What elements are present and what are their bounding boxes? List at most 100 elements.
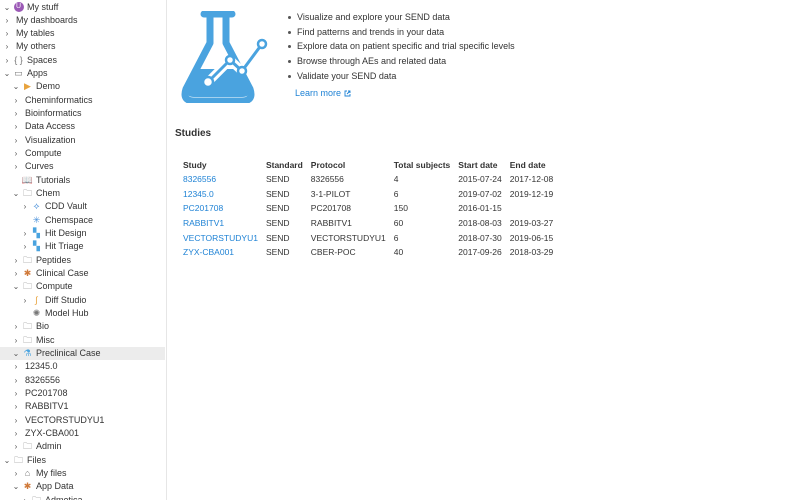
chevron-right-icon[interactable]: › xyxy=(12,267,20,280)
chevron-down-icon[interactable]: ⌄ xyxy=(12,347,20,360)
column-header[interactable]: Total subjects xyxy=(390,158,455,172)
study-link[interactable]: PC201708 xyxy=(179,201,262,216)
chevron-down-icon[interactable]: ⌄ xyxy=(12,480,20,493)
chevron-right-icon[interactable]: › xyxy=(21,227,29,240)
study-link[interactable]: ZYX-CBA001 xyxy=(179,245,262,260)
chevron-down-icon[interactable]: ⌄ xyxy=(12,280,20,293)
chevron-right-icon[interactable]: › xyxy=(12,387,20,400)
chevron-right-icon[interactable]: › xyxy=(3,27,11,40)
chevron-down-icon[interactable]: ⌄ xyxy=(3,1,11,14)
chevron-right-icon[interactable]: › xyxy=(3,54,11,67)
chevron-right-icon[interactable]: › xyxy=(12,414,20,427)
chevron-right-icon[interactable]: › xyxy=(12,94,20,107)
column-header[interactable]: Protocol xyxy=(307,158,390,172)
sidebar-item[interactable]: › 🗀 Peptides xyxy=(0,254,165,267)
chevron-right-icon[interactable]: › xyxy=(12,360,20,373)
sidebar-item[interactable]: › 12345.0 xyxy=(0,360,165,373)
chevron-right-icon[interactable]: › xyxy=(3,40,11,53)
chevron-right-icon[interactable]: › xyxy=(12,147,20,160)
sidebar-item[interactable]: › PC201708 xyxy=(0,387,165,400)
chevron-right-icon[interactable]: › xyxy=(12,160,20,173)
sidebar-item[interactable]: ⌄ 🗀 Chem xyxy=(0,187,165,200)
chevron-right-icon[interactable]: › xyxy=(12,254,20,267)
column-header[interactable]: End date xyxy=(506,158,557,172)
sidebar-item-label: Compute xyxy=(25,148,62,159)
chevron-right-icon[interactable]: › xyxy=(21,200,29,213)
table-row[interactable]: 12345.0 SEND 3-1-PILOT 6 2019-07-02 2019-12-1… xyxy=(179,187,557,202)
study-link[interactable]: RABBITV1 xyxy=(179,216,262,231)
chevron-right-icon[interactable]: › xyxy=(12,120,20,133)
sidebar-item-label: 12345.0 xyxy=(25,361,58,372)
table-row[interactable]: PC201708 SEND PC201708 150 2016-01-15 xyxy=(179,201,557,216)
chevron-down-icon[interactable]: ⌄ xyxy=(12,80,20,93)
sidebar-item[interactable]: ✺ Model Hub xyxy=(0,307,165,320)
sidebar-item[interactable]: ✳ Chemspace xyxy=(0,214,165,227)
study-link[interactable]: 8326556 xyxy=(179,172,262,187)
chevron-right-icon[interactable]: › xyxy=(12,134,20,147)
sidebar-item[interactable]: › ⌂ My files xyxy=(0,467,165,480)
sidebar-item[interactable]: › My tables xyxy=(0,27,165,40)
table-row[interactable]: ZYX-CBA001 SEND CBER-POC 40 2017-09-26 2018-0… xyxy=(179,245,557,260)
chevron-right-icon[interactable]: › xyxy=(12,400,20,413)
chevron-right-icon[interactable]: › xyxy=(12,440,20,453)
sidebar-item[interactable]: ›{ } Spaces xyxy=(0,54,165,67)
sidebar-item[interactable]: › My others xyxy=(0,40,165,53)
sidebar-item-label: Preclinical Case xyxy=(36,348,101,359)
study-link[interactable]: 12345.0 xyxy=(179,187,262,202)
sidebar-item[interactable]: ⌄ ⚗ Preclinical Case xyxy=(0,347,165,361)
chevron-right-icon[interactable]: › xyxy=(12,427,20,440)
sidebar-item[interactable]: ⌄ 🗀 Compute xyxy=(0,280,165,293)
chevron-right-icon[interactable]: › xyxy=(21,494,29,500)
learn-more-label: Learn more xyxy=(295,88,342,98)
sidebar-item[interactable]: › 8326556 xyxy=(0,374,165,387)
feature-item: Visualize and explore your SEND data xyxy=(288,10,515,25)
chevron-right-icon[interactable]: › xyxy=(12,320,20,333)
chevron-right-icon[interactable]: › xyxy=(12,467,20,480)
sidebar-item[interactable]: › Curves xyxy=(0,160,165,173)
sidebar-item[interactable]: › 🗀 Misc xyxy=(0,334,165,347)
sidebar-item[interactable]: › Data Access xyxy=(0,120,165,133)
sidebar-item-label: Admin xyxy=(36,441,62,452)
column-header[interactable]: Start date xyxy=(454,158,505,172)
sidebar-item[interactable]: ⌄ 🗀 Files xyxy=(0,454,165,467)
table-row[interactable]: 8326556 SEND 8326556 4 2015-07-24 2017-12-08 xyxy=(179,172,557,187)
sidebar-item[interactable]: ⌄ ✱ App Data xyxy=(0,480,165,493)
sidebar-item[interactable]: › VECTORSTUDYU1 xyxy=(0,414,165,427)
sidebar-item[interactable]: › My dashboards xyxy=(0,14,165,27)
chevron-right-icon[interactable]: › xyxy=(21,294,29,307)
learn-more-link[interactable]: Learn more xyxy=(295,88,351,98)
chevron-right-icon[interactable]: › xyxy=(12,107,20,120)
sidebar-item[interactable]: ⌄ ▭ Apps xyxy=(0,67,165,80)
sidebar-item[interactable]: › ✱ Clinical Case xyxy=(0,267,165,280)
column-header[interactable]: Standard xyxy=(262,158,307,172)
sidebar-item[interactable]: › ⟡ CDD Vault xyxy=(0,200,165,213)
sidebar-item-label: My stuff xyxy=(27,1,59,12)
table-row[interactable]: RABBITV1 SEND RABBITV1 60 2018-08-03 2019-03-… xyxy=(179,216,557,231)
chevron-right-icon[interactable]: › xyxy=(3,14,11,27)
sidebar-item[interactable]: › ▚ Hit Design xyxy=(0,227,165,240)
chevron-right-icon[interactable]: › xyxy=(21,240,29,253)
sidebar-item[interactable]: 📖 Tutorials xyxy=(0,174,165,187)
table-row[interactable]: VECTORSTUDYU1 SEND VECTORSTUDYU1 6 2018-07-3… xyxy=(179,230,557,245)
sidebar-item[interactable]: › RABBITV1 xyxy=(0,400,165,413)
sidebar-item[interactable]: › Compute xyxy=(0,147,165,160)
study-link[interactable]: VECTORSTUDYU1 xyxy=(179,230,262,245)
chevron-down-icon[interactable]: ⌄ xyxy=(3,454,11,467)
sidebar-item[interactable]: › 🗀 Bio xyxy=(0,320,165,333)
sidebar-item[interactable]: › Bioinformatics xyxy=(0,107,165,120)
sidebar-item[interactable]: › ZYX-CBA001 xyxy=(0,427,165,440)
sidebar-item[interactable]: ›🗀 Admetica xyxy=(0,494,165,500)
chevron-right-icon[interactable]: › xyxy=(12,334,20,347)
chevron-down-icon[interactable]: ⌄ xyxy=(3,67,11,80)
column-header[interactable]: Study xyxy=(179,158,262,172)
chevron-right-icon[interactable]: › xyxy=(12,374,20,387)
sidebar-item[interactable]: › ▚ Hit Triage xyxy=(0,240,165,253)
sidebar-item[interactable]: › 🗀 Admin xyxy=(0,440,165,453)
sidebar-item[interactable]: › Cheminformatics xyxy=(0,94,165,107)
chevron-down-icon[interactable]: ⌄ xyxy=(12,187,20,200)
sidebar-item[interactable]: › Visualization xyxy=(0,134,165,147)
sidebar-item[interactable]: › ∫ Diff Studio xyxy=(0,294,165,307)
sidebar-item[interactable]: ⌄ ▶ Demo xyxy=(0,80,165,93)
sidebar-item[interactable]: ⌄ U My stuff xyxy=(0,1,165,14)
table-cell: 2018-03-29 xyxy=(509,247,554,258)
